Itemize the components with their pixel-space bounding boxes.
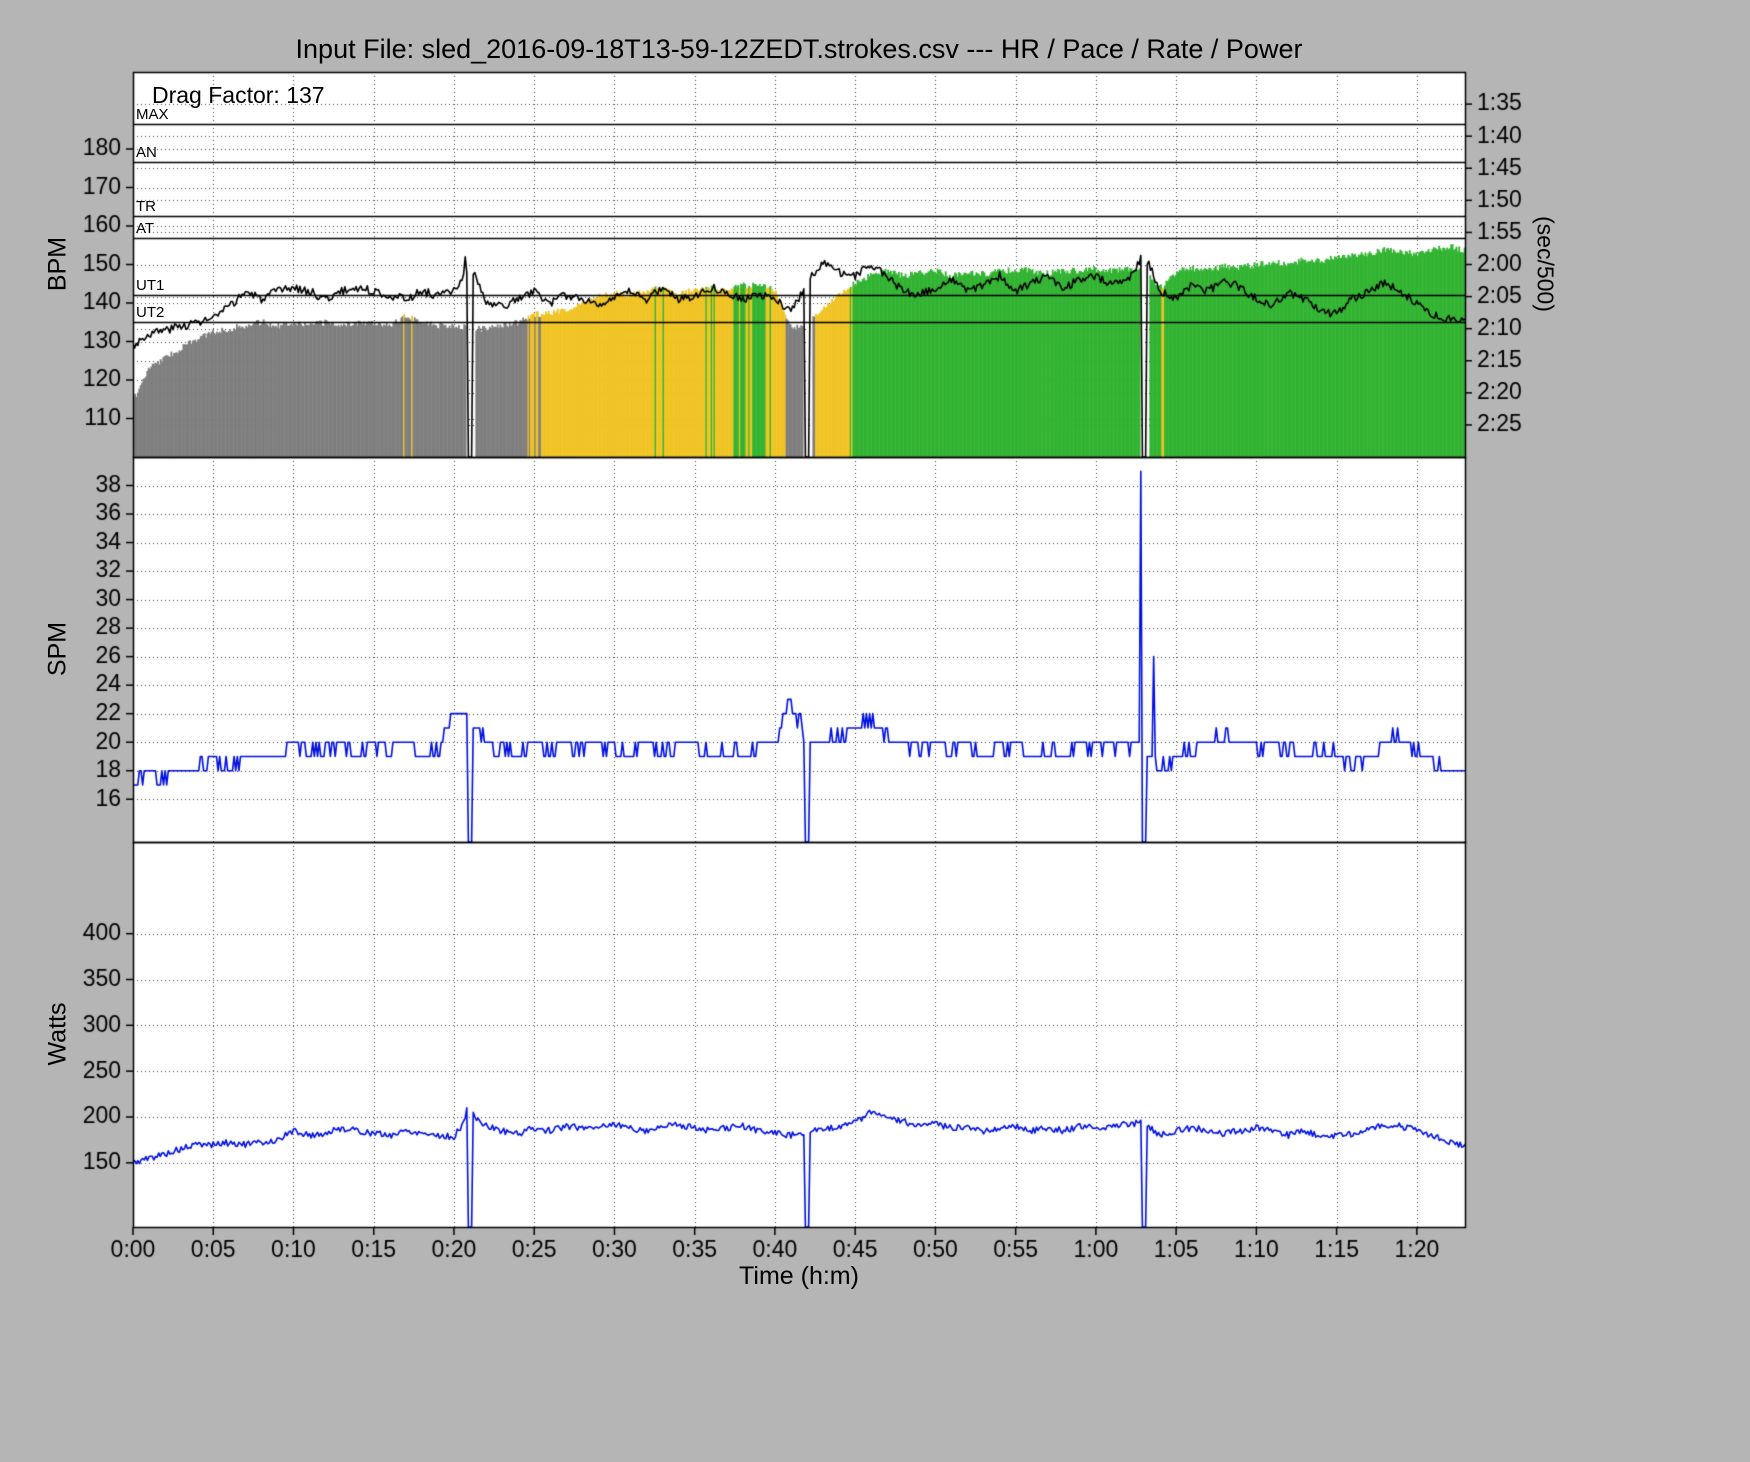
- zone-label-ut1: UT1: [136, 278, 164, 294]
- spm-axis-label: SPM: [44, 622, 73, 676]
- zone-label-ut2: UT2: [136, 305, 164, 321]
- bpm-axis-label: BPM: [44, 237, 73, 291]
- time-axis-label: Time (h:m): [739, 1262, 859, 1291]
- zone-label-tr: TR: [136, 199, 156, 215]
- zone-label-an: AN: [136, 145, 157, 161]
- pace-axis-label: (sec/500): [1532, 216, 1559, 312]
- drag-factor-annotation: Drag Factor: 137: [152, 82, 325, 109]
- zone-label-max: MAX: [136, 107, 169, 123]
- watts-axis-label: Watts: [44, 1003, 73, 1066]
- figure: Input File: sled_2016-09-18T13-59-12ZEDT…: [0, 0, 1750, 1462]
- chart-canvas: [0, 0, 1750, 1462]
- zone-label-at: AT: [136, 221, 154, 237]
- chart-title: Input File: sled_2016-09-18T13-59-12ZEDT…: [296, 34, 1303, 65]
